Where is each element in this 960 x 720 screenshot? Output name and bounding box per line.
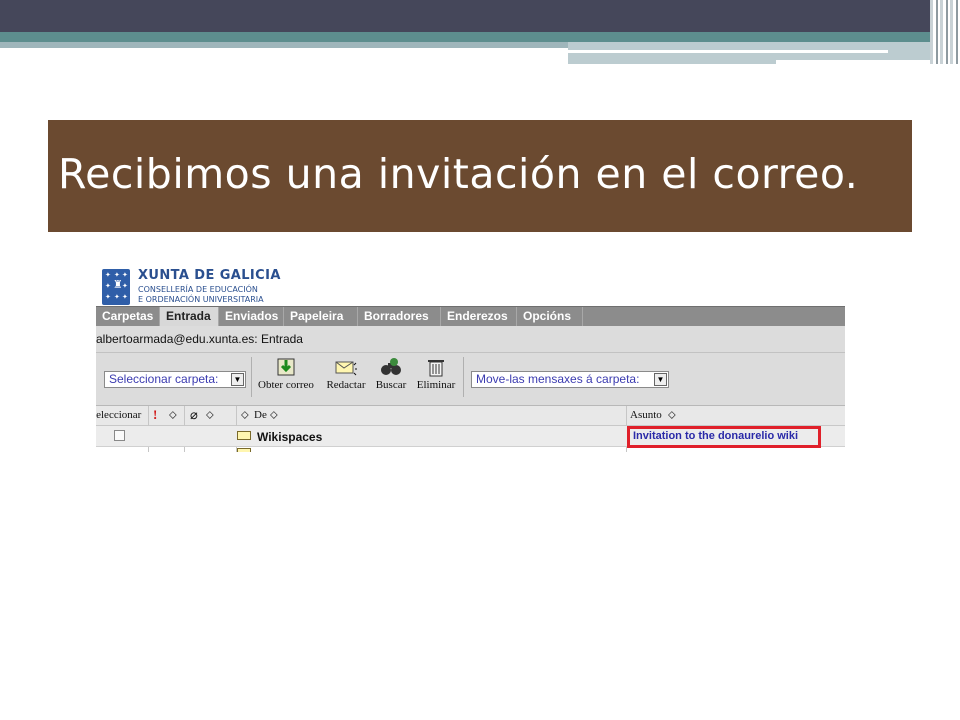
sort-priority-icon[interactable]: ⬦ [169, 409, 177, 422]
tab-opcions[interactable]: Opcións [517, 307, 583, 326]
mailbox-path-bar: albertoarmada@edu.xunta.es: Entrada [96, 326, 845, 353]
sort-from-asc-icon[interactable]: ⬦ [270, 409, 278, 422]
logo-title: XUNTA DE GALICIA [138, 268, 281, 283]
select-column-header: Seleccionar [96, 409, 142, 421]
tab-enviados[interactable]: Enviados [219, 307, 284, 326]
search-label: Buscar [375, 379, 407, 391]
tab-borradores[interactable]: Borradores [358, 307, 441, 326]
message-checkbox[interactable] [114, 430, 125, 441]
select-folder-label: Seleccionar carpeta: [109, 372, 219, 386]
sort-attachment-icon[interactable]: ⬦ [206, 409, 214, 422]
webmail-screenshot: ✦ ✦ ✦ ✦ ♜ ✦ ✦ ✦ ✦ XUNTA DE GALICIA CONSELLERÍA… [96, 264, 845, 452]
get-mail-button[interactable]: Obter correo [253, 357, 319, 391]
search-button[interactable]: Buscar [372, 357, 410, 391]
chevron-down-icon: ▼ [231, 373, 244, 386]
tab-enderezos[interactable]: Enderezos [441, 307, 517, 326]
slide-accent-line [568, 50, 888, 53]
coat-of-arms-icon: ✦ ✦ ✦ ✦ ♜ ✦ ✦ ✦ ✦ [102, 269, 130, 305]
mailbox-path: albertoarmada@edu.xunta.es: Entrada [96, 332, 303, 346]
delete-label: Eliminar [416, 379, 456, 391]
chevron-down-icon: ▼ [654, 373, 667, 386]
inbox-download-icon [274, 357, 298, 377]
from-column-header[interactable]: De [254, 409, 267, 421]
slide-stripes [930, 0, 960, 64]
binoculars-icon [379, 357, 403, 377]
main-tabs: Carpetas Entrada Enviados Papeleira Borr… [96, 306, 845, 326]
select-folder-dropdown[interactable]: Seleccionar carpeta: ▼ [104, 371, 246, 388]
logo-subtitle: E ORDENACIÓN UNIVERSITARIA [138, 295, 264, 304]
compose-button[interactable]: Redactar [321, 357, 371, 391]
trash-icon [424, 357, 448, 377]
priority-icon[interactable]: ! [153, 407, 157, 423]
subject-column-header[interactable]: Asunto [630, 409, 662, 421]
slide-accent-bar [0, 32, 960, 42]
title-band: Recibimos una invitación en el correo. [48, 120, 912, 232]
compose-label: Redactar [326, 379, 366, 391]
tab-carpetas[interactable]: Carpetas [96, 307, 160, 326]
logo-subtitle: CONSELLERÍA DE EDUCACIÓN [138, 285, 258, 294]
move-to-folder-dropdown[interactable]: Move-las mensaxes á carpeta: ▼ [471, 371, 669, 388]
get-mail-label: Obter correo [258, 379, 314, 391]
slide-accent-bar-light [0, 42, 568, 48]
message-from[interactable]: Wikispaces [257, 430, 322, 444]
compose-icon [334, 357, 358, 377]
slide-top-bar [0, 0, 960, 32]
delete-button[interactable]: Eliminar [413, 357, 459, 391]
toolbar-divider [463, 357, 464, 397]
slide-title: Recibimos una invitación en el correo. [58, 150, 859, 198]
envelope-icon [237, 448, 251, 452]
tab-entrada[interactable]: Entrada [160, 307, 219, 326]
sort-from-icon[interactable]: ⬦ [241, 409, 249, 422]
logo: ✦ ✦ ✦ ✦ ♜ ✦ ✦ ✦ ✦ XUNTA DE GALICIA CONSELLERÍA… [100, 267, 500, 307]
sort-subject-icon[interactable]: ⬦ [668, 409, 676, 422]
move-to-label: Move-las mensaxes á carpeta: [476, 372, 640, 386]
envelope-icon [237, 431, 251, 440]
tab-papeleira[interactable]: Papeleira [284, 307, 358, 326]
attachment-icon[interactable]: ⌀ [190, 407, 198, 423]
toolbar: Seleccionar carpeta: ▼ Obter correo Reda… [96, 353, 845, 406]
highlight-box [627, 426, 821, 448]
message-list-header: Seleccionar ! ⬦ ⌀ ⬦ ⬦ De ⬦ Asunto ⬦ [96, 406, 845, 426]
toolbar-divider [251, 357, 252, 397]
